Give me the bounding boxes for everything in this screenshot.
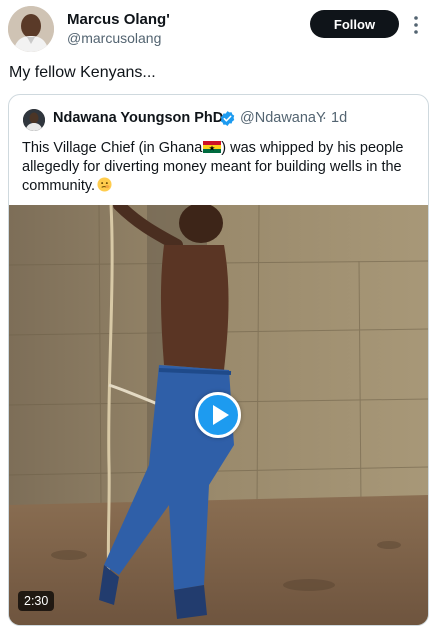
video-duration-badge: 2:30 (18, 591, 55, 611)
follow-button[interactable]: Follow (310, 10, 399, 38)
quoted-author-handle[interactable]: @NdawanaY (240, 110, 326, 126)
separator-dot: · (322, 110, 327, 126)
ghana-flag-emoji (203, 140, 222, 153)
quoted-post-card[interactable]: Ndawana Youngson PhD. @NdawanaY · 1d Thi… (8, 94, 429, 626)
quoted-author-avatar[interactable] (23, 109, 45, 131)
quoted-post-text: This Village Chief (in Ghana) was whippe… (22, 139, 422, 196)
more-vertical-icon[interactable] (410, 14, 422, 36)
play-icon (213, 405, 229, 425)
face-emoji (97, 177, 112, 192)
author-avatar[interactable] (8, 6, 54, 52)
quoted-text-part-1: This Village Chief (in Ghana (22, 140, 203, 156)
verified-badge-icon (219, 110, 236, 127)
quoted-timestamp[interactable]: 1d (331, 110, 347, 126)
author-name[interactable]: Marcus Olang' (67, 11, 170, 28)
quoted-author-name[interactable]: Ndawana Youngson PhD. (53, 110, 227, 126)
video-player[interactable]: 2:30 (9, 205, 428, 625)
post-header: Marcus Olang' @marcusolang Follow (0, 0, 439, 58)
author-handle[interactable]: @marcusolang (67, 30, 161, 46)
play-button[interactable] (195, 392, 241, 438)
post-text: My fellow Kenyans... (9, 64, 156, 81)
